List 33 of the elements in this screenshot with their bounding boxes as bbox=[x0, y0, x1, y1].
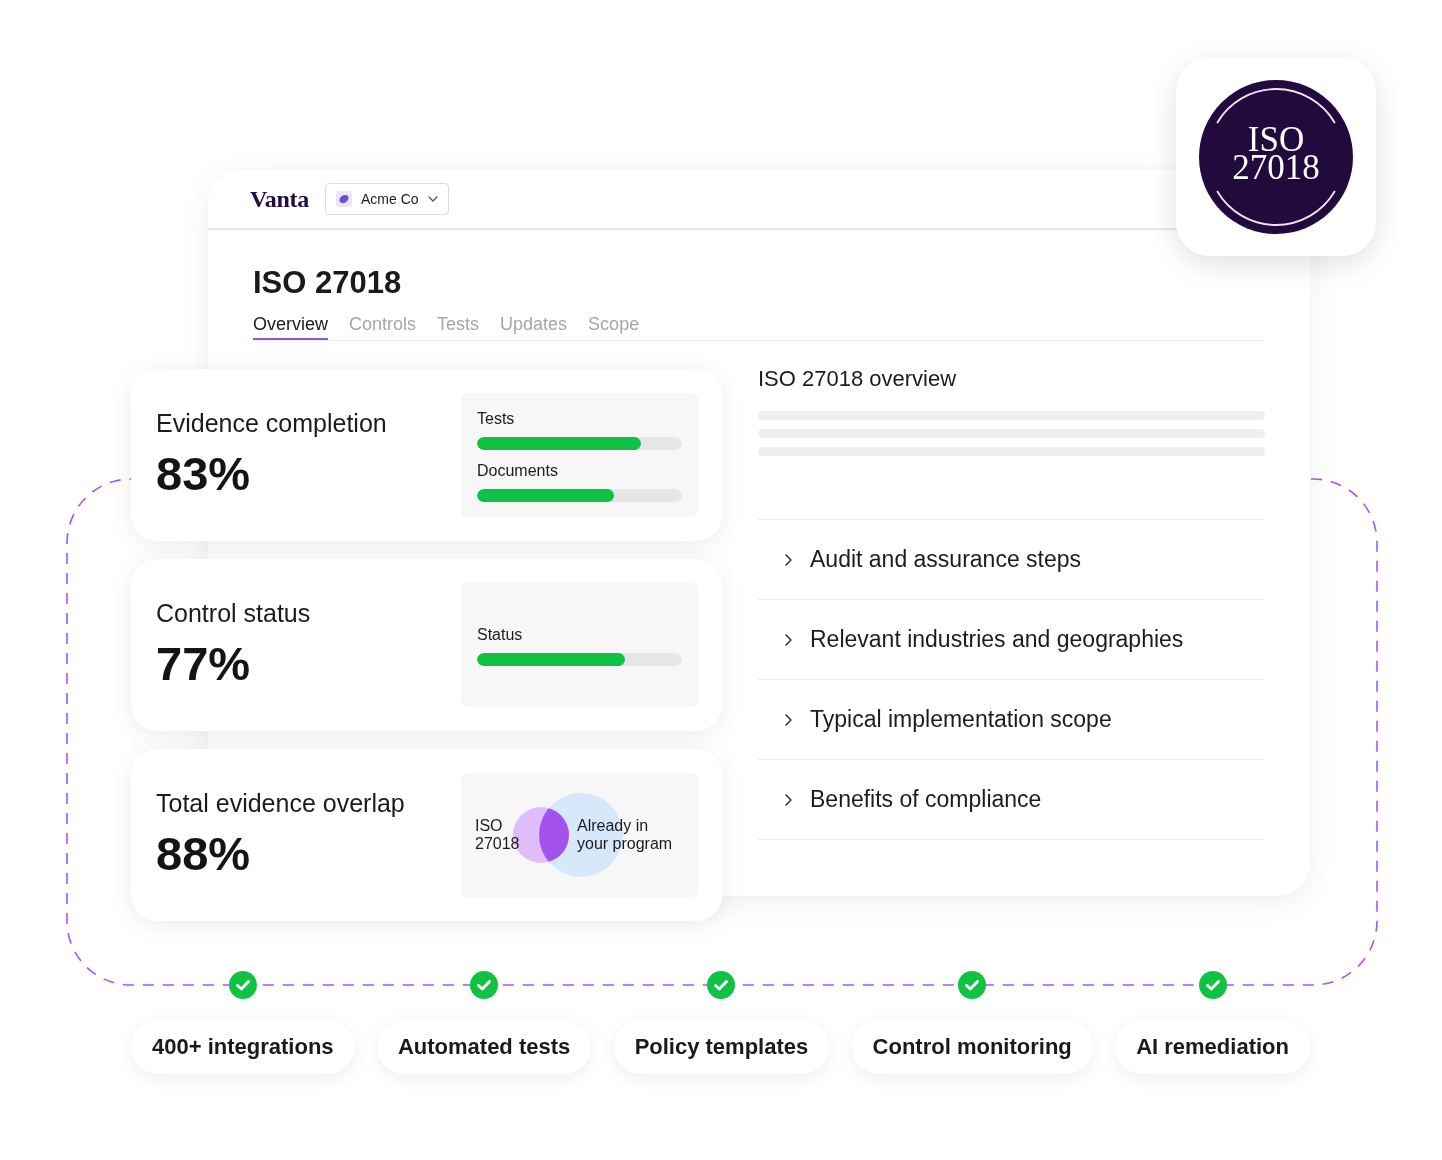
caret-icon bbox=[427, 196, 438, 202]
chevron-right-icon bbox=[785, 793, 792, 806]
accordion-item[interactable]: Relevant industries and geographies bbox=[758, 600, 1265, 680]
seal-text: ISO 27018 bbox=[1231, 126, 1321, 182]
bar-label: Status bbox=[477, 624, 524, 645]
accordion-item[interactable]: Benefits of compliance bbox=[758, 760, 1265, 840]
venn-label: ISO 27018 bbox=[475, 817, 521, 853]
page-title: ISO 27018 bbox=[253, 264, 403, 302]
metric-title: Control status bbox=[156, 598, 311, 628]
feature-tag: Control monitoring bbox=[851, 1020, 1093, 1074]
venn-label: Already in your program bbox=[577, 817, 674, 853]
metric-title: Total evidence overlap bbox=[156, 788, 405, 818]
feature-tag: Policy templates bbox=[613, 1020, 830, 1074]
chevron-right-icon bbox=[785, 633, 792, 646]
feature-tag: Automated tests bbox=[376, 1020, 592, 1074]
metric-value: 77% bbox=[156, 636, 252, 692]
feature-tag: 400+ integrations bbox=[131, 1020, 355, 1074]
chevron-right-icon bbox=[785, 713, 792, 726]
venn-overlap bbox=[539, 807, 569, 863]
metric-title: Evidence completion bbox=[156, 408, 387, 438]
metric-value: 88% bbox=[156, 826, 252, 882]
tab[interactable]: Overview bbox=[253, 313, 328, 340]
feature-tag: AI remediation bbox=[1115, 1020, 1310, 1074]
section-heading: ISO 27018 overview bbox=[758, 366, 958, 392]
metric-value: 83% bbox=[156, 446, 252, 502]
workspace-select[interactable]: Acme Co bbox=[325, 183, 449, 215]
bar-label: Tests bbox=[477, 408, 516, 429]
accordion-item[interactable]: Typical implementation scope bbox=[758, 680, 1265, 760]
workspace-icon bbox=[336, 191, 352, 207]
accordion-item[interactable]: Audit and assurance steps bbox=[758, 520, 1265, 600]
brand-logo: Vanta bbox=[250, 185, 309, 213]
chevron-right-icon bbox=[785, 553, 792, 566]
bar-label: Documents bbox=[477, 460, 559, 481]
